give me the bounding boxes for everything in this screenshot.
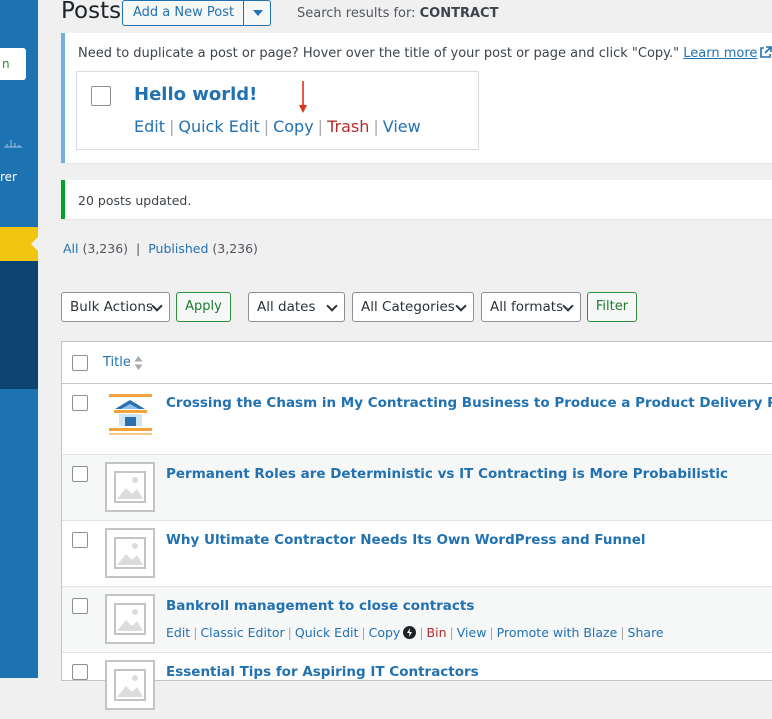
demo-post-title: Hello world! bbox=[134, 84, 258, 105]
filter-separator: | bbox=[136, 241, 141, 256]
chevron-down-icon bbox=[326, 300, 338, 312]
categories-select[interactable]: All Categories bbox=[352, 292, 474, 322]
demo-edit-link: Edit bbox=[134, 117, 165, 136]
filter-all-link[interactable]: All bbox=[63, 241, 79, 256]
formats-value: All formats bbox=[490, 299, 564, 315]
row-bin-link[interactable]: Bin bbox=[427, 625, 447, 640]
sidebar-button[interactable]: n bbox=[0, 48, 26, 80]
placeholder-image-icon[interactable] bbox=[105, 594, 155, 644]
posts-updated-notice: 20 posts updated. bbox=[61, 180, 772, 219]
post-title-link[interactable]: Crossing the Chasm in My Contracting Bus… bbox=[166, 395, 772, 411]
select-all-checkbox[interactable] bbox=[72, 355, 88, 371]
row-view-link[interactable]: View bbox=[457, 625, 487, 640]
demo-quick-edit-link: Quick Edit bbox=[178, 117, 260, 136]
filter-published-count: (3,236) bbox=[212, 241, 258, 256]
post-title-link[interactable]: Permanent Roles are Deterministic vs IT … bbox=[166, 466, 728, 482]
bulk-actions-select[interactable]: Bulk Actions bbox=[61, 292, 170, 322]
table-row: Essential Tips for Aspiring IT Contracto… bbox=[62, 653, 772, 719]
row-promote-link[interactable]: Promote with Blaze bbox=[497, 625, 618, 640]
placeholder-image-icon[interactable] bbox=[105, 660, 155, 710]
demo-checkbox bbox=[91, 86, 111, 106]
add-new-post-button[interactable]: Add a New Post bbox=[123, 1, 243, 25]
row-checkbox[interactable] bbox=[72, 532, 88, 548]
status-filters: All (3,236) | Published (3,236) bbox=[63, 241, 258, 256]
table-row: Bankroll management to close contracts E… bbox=[62, 587, 772, 653]
dates-value: All dates bbox=[257, 299, 316, 315]
row-checkbox[interactable] bbox=[72, 466, 88, 482]
table-row: Permanent Roles are Deterministic vs IT … bbox=[62, 455, 772, 521]
row-copy-link[interactable]: Copy bbox=[369, 625, 401, 640]
external-link-icon[interactable] bbox=[759, 46, 772, 59]
row-actions: Edit | Classic Editor | Quick Edit | Copy | Bin |… bbox=[166, 625, 664, 640]
add-new-dropdown-toggle[interactable] bbox=[243, 1, 270, 25]
placeholder-image-icon[interactable] bbox=[105, 462, 155, 512]
search-term: CONTRACT bbox=[419, 6, 499, 21]
admin-sidebar: n rer bbox=[0, 0, 38, 678]
copy-info-notice: Need to duplicate a post or page? Hover … bbox=[61, 33, 772, 163]
filter-all-count: (3,236) bbox=[82, 241, 129, 256]
title-column-header[interactable]: Title bbox=[103, 355, 131, 370]
row-checkbox[interactable] bbox=[72, 395, 88, 411]
page-title: Posts bbox=[61, 0, 122, 24]
table-header: Title bbox=[62, 342, 772, 384]
post-title-link[interactable]: Bankroll management to close contracts bbox=[166, 598, 474, 614]
row-quick-edit-link[interactable]: Quick Edit bbox=[295, 625, 359, 640]
placeholder-image-icon[interactable] bbox=[105, 528, 155, 578]
sidebar-button-label: n bbox=[2, 57, 10, 71]
search-subtitle: Search results for: CONTRACT bbox=[297, 6, 498, 21]
bulk-actions-value: Bulk Actions bbox=[70, 299, 153, 315]
copy-notice-message: Need to duplicate a post or page? Hover … bbox=[78, 46, 680, 61]
demo-copy-link: Copy bbox=[273, 117, 314, 136]
red-arrow-icon bbox=[299, 81, 307, 113]
chevron-down-icon bbox=[253, 10, 263, 16]
table-row: Why Ultimate Contractor Needs Its Own Wo… bbox=[62, 521, 772, 587]
row-classic-editor-link[interactable]: Classic Editor bbox=[200, 625, 284, 640]
jetpack-bolt-icon bbox=[403, 626, 417, 639]
post-title-link[interactable]: Why Ultimate Contractor Needs Its Own Wo… bbox=[166, 532, 645, 548]
posts-table: Title Crossing the Chasm in My Contracti… bbox=[61, 341, 772, 710]
add-new-post-split-button: Add a New Post bbox=[122, 0, 271, 26]
sidebar-submenu bbox=[0, 261, 38, 389]
demo-view-link: View bbox=[382, 117, 421, 136]
chevron-down-icon bbox=[455, 300, 467, 312]
formats-select[interactable]: All formats bbox=[481, 292, 581, 322]
sidebar-item-label[interactable]: rer bbox=[0, 170, 17, 184]
copy-demo-box: Hello world! Edit | Quick Edit | Copy | Trash |… bbox=[76, 71, 479, 150]
search-subtitle-prefix: Search results for: bbox=[297, 6, 420, 21]
post-thumbnail-image[interactable] bbox=[105, 391, 156, 440]
filter-button[interactable]: Filter bbox=[587, 292, 637, 322]
chevron-down-icon bbox=[562, 300, 574, 312]
demo-row-actions: Edit | Quick Edit | Copy | Trash | View bbox=[134, 117, 421, 136]
row-edit-link[interactable]: Edit bbox=[166, 625, 190, 640]
stats-chart-icon[interactable] bbox=[3, 131, 23, 151]
row-checkbox[interactable] bbox=[72, 598, 88, 614]
active-pointer bbox=[31, 237, 38, 251]
posts-updated-text: 20 posts updated. bbox=[78, 193, 192, 208]
table-row: Crossing the Chasm in My Contracting Bus… bbox=[62, 384, 772, 455]
row-share-link[interactable]: Share bbox=[628, 625, 664, 640]
chevron-down-icon bbox=[151, 300, 163, 312]
apply-button[interactable]: Apply bbox=[176, 292, 231, 322]
demo-trash-link: Trash bbox=[327, 117, 370, 136]
copy-notice-text: Need to duplicate a post or page? Hover … bbox=[78, 46, 772, 61]
dates-select[interactable]: All dates bbox=[248, 292, 345, 322]
sort-icon[interactable] bbox=[134, 355, 143, 371]
filter-published-link[interactable]: Published bbox=[148, 241, 208, 256]
learn-more-link[interactable]: Learn more bbox=[683, 46, 757, 61]
categories-value: All Categories bbox=[361, 299, 455, 315]
